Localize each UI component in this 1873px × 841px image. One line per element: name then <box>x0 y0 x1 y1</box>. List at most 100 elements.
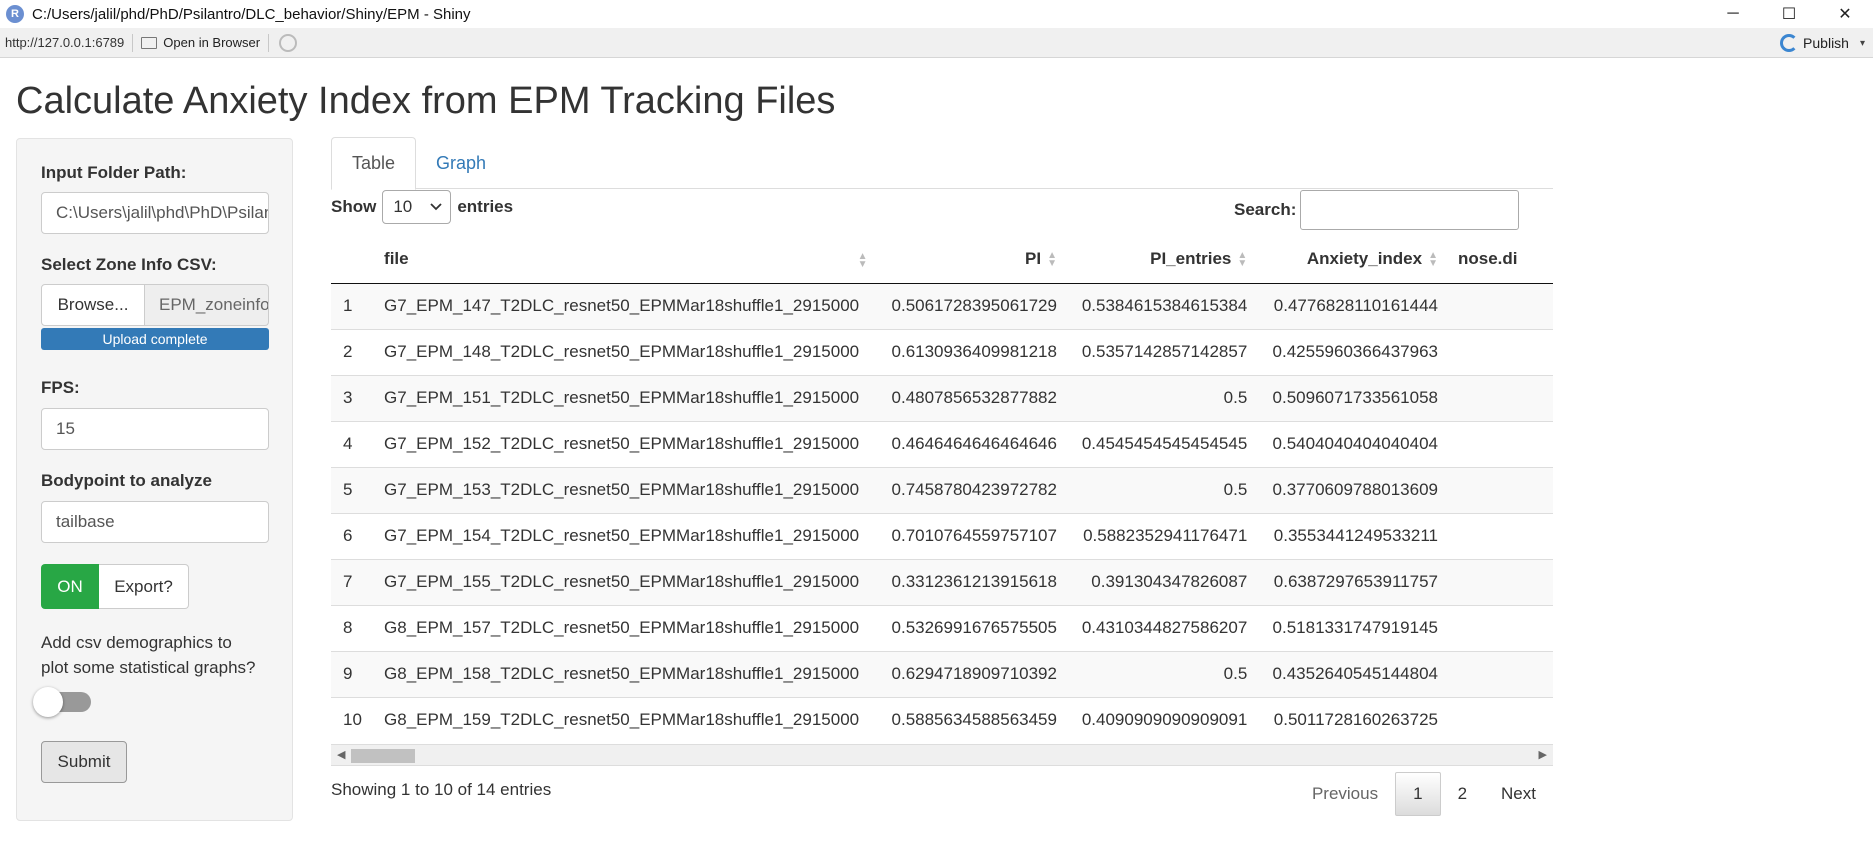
fps-input[interactable]: 15 <box>41 408 269 450</box>
page-length-control: Show 10 entries <box>331 190 513 224</box>
cell-index: 3 <box>331 374 375 421</box>
cell-index: 5 <box>331 466 375 513</box>
window-titlebar: R C:/Users/jalil/phd/PhD/Psilantro/DLC_b… <box>0 0 1873 28</box>
bodypoint-input[interactable]: tailbase <box>41 501 269 543</box>
cell-pi: 0.6294718909710392 <box>877 650 1067 697</box>
scroll-left-icon[interactable]: ◀ <box>337 748 345 761</box>
cell-index: 9 <box>331 650 375 697</box>
cell-pi-entries: 0.4545454545454545 <box>1066 420 1258 467</box>
search-input[interactable] <box>1300 190 1520 230</box>
cell-index: 1 <box>331 282 375 329</box>
cell-nose-distance <box>1448 512 1553 559</box>
minimize-button[interactable]: ─ <box>1705 0 1761 28</box>
export-toggle: ON Export? <box>41 564 189 609</box>
cell-index: 8 <box>331 604 375 651</box>
cell-pi-entries: 0.5384615384615384 <box>1066 282 1258 329</box>
cell-nose-distance <box>1448 558 1553 605</box>
sort-icon: ▲ ▼ <box>1237 249 1248 269</box>
scrollbar-thumb[interactable] <box>351 749 415 763</box>
page-title: Calculate Anxiety Index from EPM Trackin… <box>16 80 836 122</box>
table-row[interactable]: 5 G7_EPM_153_T2DLC_resnet50_EPMMar18shuff… <box>331 466 1553 513</box>
scroll-right-icon[interactable]: ▶ <box>1539 748 1547 761</box>
cell-pi: 0.7458780423972782 <box>877 466 1067 513</box>
browse-button[interactable]: Browse... <box>41 284 145 326</box>
cell-index: 4 <box>331 420 375 467</box>
previous-page-button[interactable]: Previous <box>1295 772 1395 816</box>
zone-file-input: Browse... EPM_zoneinfo.csv <box>41 284 269 326</box>
column-header-label: PI <box>1025 249 1042 269</box>
table-row[interactable]: 4 G7_EPM_152_T2DLC_resnet50_EPMMar18shuff… <box>331 420 1553 467</box>
cell-file: G7_EPM_154_T2DLC_resnet50_EPMMar18shuffl… <box>374 512 878 559</box>
selected-file-name: EPM_zoneinfo.csv <box>145 284 269 326</box>
cell-anxiety-index: 0.6387297653911757 <box>1257 558 1448 605</box>
maximize-button[interactable]: ☐ <box>1761 0 1817 28</box>
horizontal-scrollbar[interactable]: ◀ ▶ <box>331 744 1553 766</box>
table-row[interactable]: 3 G7_EPM_151_T2DLC_resnet50_EPMMar18shuff… <box>331 374 1553 421</box>
cell-anxiety-index: 0.4776828110161444 <box>1257 282 1448 329</box>
table-row[interactable]: 10 G8_EPM_159_T2DLC_resnet50_EPMMar18shuf… <box>331 696 1553 740</box>
cell-pi: 0.5061728395061729 <box>877 282 1067 329</box>
table-row[interactable]: 6 G7_EPM_154_T2DLC_resnet50_EPMMar18shuff… <box>331 512 1553 559</box>
cell-pi-entries: 0.5 <box>1066 374 1258 421</box>
cell-nose-distance <box>1448 374 1553 421</box>
window-controls: ─ ☐ ✕ <box>1705 0 1873 28</box>
cell-pi-entries: 0.391304347826087 <box>1066 558 1258 605</box>
cell-anxiety-index: 0.5096071733561058 <box>1257 374 1448 421</box>
search-label: Search: <box>1234 200 1297 219</box>
table-row[interactable]: 2 G7_EPM_148_T2DLC_resnet50_EPMMar18shuff… <box>331 328 1553 375</box>
cell-pi: 0.4807856532877882 <box>877 374 1067 421</box>
url-text[interactable]: http://127.0.0.1:6789 <box>5 35 124 50</box>
cell-pi: 0.4646464646464646 <box>877 420 1067 467</box>
cell-nose-distance <box>1448 466 1553 513</box>
table-row[interactable]: 8 G8_EPM_157_T2DLC_resnet50_EPMMar18shuff… <box>331 604 1553 651</box>
table-info: Showing 1 to 10 of 14 entries <box>331 780 552 799</box>
browser-window-icon <box>141 36 158 49</box>
cell-pi-entries: 0.5 <box>1066 650 1258 697</box>
tab-bar: Table Graph <box>331 137 1553 190</box>
cell-anxiety-index: 0.5011728160263725 <box>1257 696 1448 740</box>
folder-path-input[interactable]: C:\Users\jalil\phd\PhD\Psilantro\DLC_beh… <box>41 192 269 234</box>
tab-graph[interactable]: Graph <box>416 137 506 189</box>
publish-button[interactable]: Publish ▾ <box>1780 28 1865 58</box>
export-on-button[interactable]: ON <box>41 564 99 609</box>
column-header-file[interactable]: file ▲ ▼ <box>374 236 878 284</box>
cell-pi: 0.5885634588563459 <box>877 696 1067 740</box>
page-button-2[interactable]: 2 <box>1441 772 1484 816</box>
cell-file: G7_EPM_155_T2DLC_resnet50_EPMMar18shuffl… <box>374 558 878 605</box>
column-header-pi[interactable]: PI ▲ ▼ <box>877 236 1067 284</box>
cell-pi-entries: 0.4090909090909091 <box>1066 696 1258 740</box>
column-header-nose-distance[interactable]: nose.di <box>1448 236 1553 284</box>
refresh-icon[interactable] <box>279 33 298 52</box>
upload-progress-bar: Upload complete <box>41 328 269 350</box>
table-row[interactable]: 9 G8_EPM_158_T2DLC_resnet50_EPMMar18shuff… <box>331 650 1553 697</box>
fps-label: FPS: <box>41 378 80 397</box>
next-page-button[interactable]: Next <box>1484 772 1553 816</box>
page-button-1[interactable]: 1 <box>1395 772 1441 816</box>
column-header-anxiety-index[interactable]: Anxiety_index ▲ ▼ <box>1257 236 1448 284</box>
tab-table[interactable]: Table <box>331 137 417 190</box>
cell-pi-entries: 0.5357142857142857 <box>1066 328 1258 375</box>
close-button[interactable]: ✕ <box>1817 0 1873 28</box>
cell-anxiety-index: 0.4352640545144804 <box>1257 650 1448 697</box>
show-label: Show <box>331 197 377 216</box>
cell-file: G8_EPM_159_T2DLC_resnet50_EPMMar18shuffl… <box>374 696 878 740</box>
column-header-pi-entries[interactable]: PI_entries ▲ ▼ <box>1066 236 1258 284</box>
page-length-select[interactable]: 10 <box>382 190 452 224</box>
table-row[interactable]: 1 G7_EPM_147_T2DLC_resnet50_EPMMar18shuff… <box>331 282 1553 329</box>
demographics-switch[interactable] <box>33 687 91 717</box>
switch-knob[interactable] <box>33 687 63 717</box>
sidebar-panel: Input Folder Path: C:\Users\jalil\phd\Ph… <box>16 138 293 821</box>
table-header-row: file ▲ ▼ PI ▲ ▼ PI_entries ▲ ▼ Anxiety_index ▲ ▼… <box>331 236 1553 284</box>
cell-pi: 0.6130936409981218 <box>877 328 1067 375</box>
cell-nose-distance <box>1448 696 1553 740</box>
cell-pi-entries: 0.5882352941176471 <box>1066 512 1258 559</box>
bodypoint-label: Bodypoint to analyze <box>41 471 212 490</box>
submit-button[interactable]: Submit <box>41 741 127 783</box>
cell-anxiety-index: 0.5181331747919145 <box>1257 604 1448 651</box>
chevron-down-icon[interactable]: ▾ <box>1860 38 1865 49</box>
export-label-button[interactable]: Export? <box>99 564 189 609</box>
open-in-browser-button[interactable]: Open in Browser <box>141 35 260 50</box>
zone-csv-label: Select Zone Info CSV: <box>41 255 217 274</box>
table-row[interactable]: 7 G7_EPM_155_T2DLC_resnet50_EPMMar18shuff… <box>331 558 1553 605</box>
demographics-label: Add csv demographics to plot some statis… <box>41 633 256 677</box>
